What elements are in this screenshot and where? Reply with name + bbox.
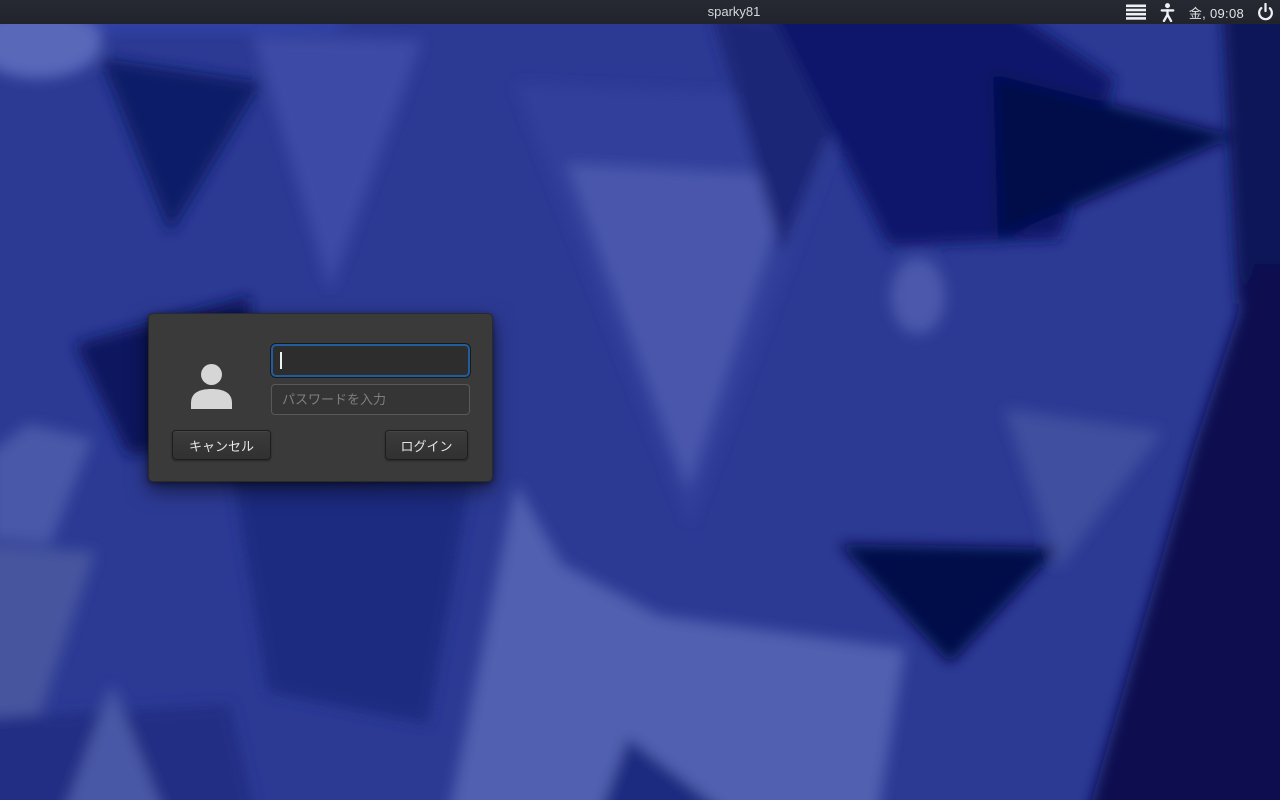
username-input[interactable] <box>271 344 470 377</box>
top-panel: sparky81 金, 09:08 <box>0 0 1280 24</box>
login-dialog: キャンセル ログイン <box>148 313 493 482</box>
accessibility-button[interactable] <box>1159 2 1176 22</box>
hostname-label: sparky81 <box>707 4 761 19</box>
cancel-button[interactable]: キャンセル <box>172 430 271 460</box>
power-button[interactable] <box>1257 3 1274 21</box>
accessibility-icon <box>1160 2 1175 22</box>
main-menu-button[interactable] <box>1125 4 1146 20</box>
power-icon <box>1258 3 1273 21</box>
text-caret <box>280 352 282 369</box>
clock[interactable]: 金, 09:08 <box>1189 3 1244 22</box>
user-avatar-icon <box>191 364 232 409</box>
login-button[interactable]: ログイン <box>385 430 468 460</box>
system-tray: 金, 09:08 <box>1125 0 1274 24</box>
hamburger-menu-icon <box>1125 4 1146 20</box>
password-input[interactable] <box>271 384 470 415</box>
username-field-wrap <box>271 344 470 377</box>
